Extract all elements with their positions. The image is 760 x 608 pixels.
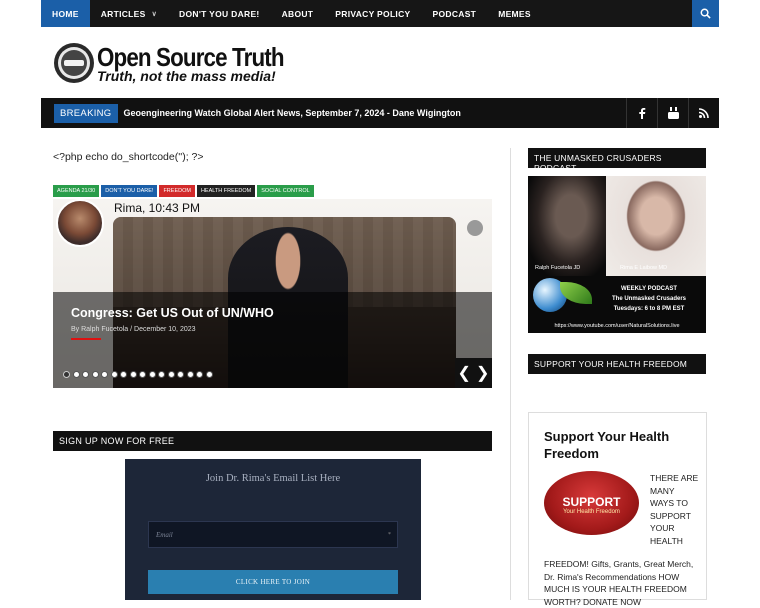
podcast-schedule: WEEKLY PODCAST The Unmasked Crusaders Tu… [611, 286, 687, 312]
facebook-icon [639, 108, 646, 119]
support-title[interactable]: Support Your Health Freedom [544, 428, 694, 462]
slider-dot[interactable] [129, 371, 137, 378]
slide-title[interactable]: Congress: Get US Out of UN/WHO [71, 306, 274, 320]
breaking-news-bar: BREAKING Geoengineering Watch Global Ale… [41, 98, 719, 128]
nav-home[interactable]: HOME [41, 0, 90, 27]
avatar [56, 199, 104, 247]
host-name: Ralph Fucetola JD [535, 265, 581, 271]
slider-dot[interactable] [82, 371, 89, 378]
featured-slider[interactable]: Rima, 10:43 PM Congress: Get US Out of U… [53, 199, 492, 388]
logo-emblem-icon [54, 43, 94, 83]
nav-privacy-policy[interactable]: PRIVACY POLICY [324, 0, 421, 27]
support-widget-header: SUPPORT YOUR HEALTH FREEDOM [528, 354, 706, 374]
slider-dot[interactable] [158, 371, 165, 378]
youtube-icon [667, 107, 679, 119]
social-links [626, 98, 719, 128]
support-body-text: FREEDOM! Gifts, Grants, Great Merch, Dr.… [544, 559, 694, 607]
slider-dot[interactable] [196, 371, 203, 378]
emoji-icon [467, 220, 483, 236]
chevron-right-icon[interactable]: ❯ [476, 363, 489, 383]
podcast-widget-header: THE UNMASKED CRUSADERS PODCAST [528, 148, 706, 173]
signup-header: SIGN UP NOW FOR FREE [53, 431, 492, 451]
category-tags: AGENDA 21/30 DON'T YOU DARE! FREEDOM HEA… [53, 185, 314, 197]
slider-dot[interactable] [110, 371, 118, 378]
chat-name: Rima, 10:43 PM [114, 201, 201, 215]
slider-dot[interactable] [167, 371, 175, 378]
signup-form: Join Dr. Rima's Email List Here Email * … [125, 459, 421, 600]
slider-dot[interactable] [120, 371, 127, 378]
required-mark: * [388, 532, 391, 538]
nav-dont-you-dare[interactable]: DON'T YOU DARE! [168, 0, 271, 27]
slider-pagination [63, 371, 213, 378]
slider-dot[interactable] [186, 371, 194, 378]
rss-link[interactable] [688, 98, 719, 128]
nav-articles[interactable]: ARTICLES ∨ [90, 0, 168, 27]
rss-icon [699, 108, 709, 118]
signup-heading: Join Dr. Rima's Email List Here [205, 473, 341, 484]
category-tag[interactable]: HEALTH FREEDOM [196, 185, 256, 197]
search-icon [700, 8, 711, 19]
breaking-label: BREAKING [54, 103, 118, 123]
support-badge[interactable]: SUPPORT Your Health Freedom [544, 471, 639, 535]
nav-about[interactable]: ABOUT [271, 0, 325, 27]
slider-dot[interactable] [72, 371, 80, 378]
join-button[interactable]: CLICK HERE TO JOIN [148, 570, 398, 594]
slider-dot[interactable] [101, 371, 108, 378]
category-tag[interactable]: SOCIAL CONTROL [257, 185, 314, 197]
support-card: Support Your Health Freedom SUPPORT Your… [528, 412, 707, 607]
category-tag[interactable]: DON'T YOU DARE! [101, 185, 158, 197]
slider-dot[interactable] [148, 371, 156, 378]
slide-byline: By Ralph Fucetola / December 10, 2023 [71, 326, 196, 333]
search-button[interactable] [692, 0, 719, 27]
slider-dot[interactable] [63, 371, 70, 378]
category-tag[interactable]: AGENDA 21/30 [53, 185, 100, 197]
slider-arrows: ❮ ❯ [455, 358, 492, 388]
slider-dot[interactable] [139, 371, 146, 378]
facebook-link[interactable] [626, 98, 657, 128]
email-field[interactable]: Email * [148, 521, 398, 548]
support-side-text: THERE ARE MANY WAYS TO SUPPORT YOUR HEAL… [650, 473, 699, 546]
shortcode-text: <?php echo do_shortcode(''); ?> [53, 151, 204, 163]
site-tagline: Truth, not the mass media! [97, 68, 276, 84]
slider-dot[interactable] [91, 371, 99, 378]
column-divider [510, 148, 511, 600]
chevron-down-icon: ∨ [151, 10, 158, 18]
slider-dot[interactable] [205, 371, 213, 378]
nav-podcast[interactable]: PODCAST [422, 0, 488, 27]
chevron-left-icon[interactable]: ❮ [458, 363, 471, 383]
slider-dot[interactable] [177, 371, 184, 378]
breaking-headline[interactable]: Geoengineering Watch Global Alert News, … [124, 108, 461, 118]
youtube-link[interactable] [657, 98, 688, 128]
top-navigation: HOME ARTICLES ∨ DON'T YOU DARE! ABOUT PRI… [41, 0, 719, 27]
accent-divider [71, 338, 101, 340]
email-placeholder: Email [156, 531, 173, 539]
category-tag[interactable]: FREEDOM [159, 185, 195, 197]
podcast-url: https://www.youtube.com/user/NaturalSolu… [554, 323, 680, 329]
site-logo[interactable]: Open Source Truth Truth, not the mass me… [53, 40, 313, 88]
host-name: Rima E Laibow MD [620, 265, 668, 271]
podcast-banner[interactable]: Ralph Fucetola JD Rima E Laibow MD WEEKL… [528, 176, 706, 333]
nav-memes[interactable]: MEMES [487, 0, 542, 27]
